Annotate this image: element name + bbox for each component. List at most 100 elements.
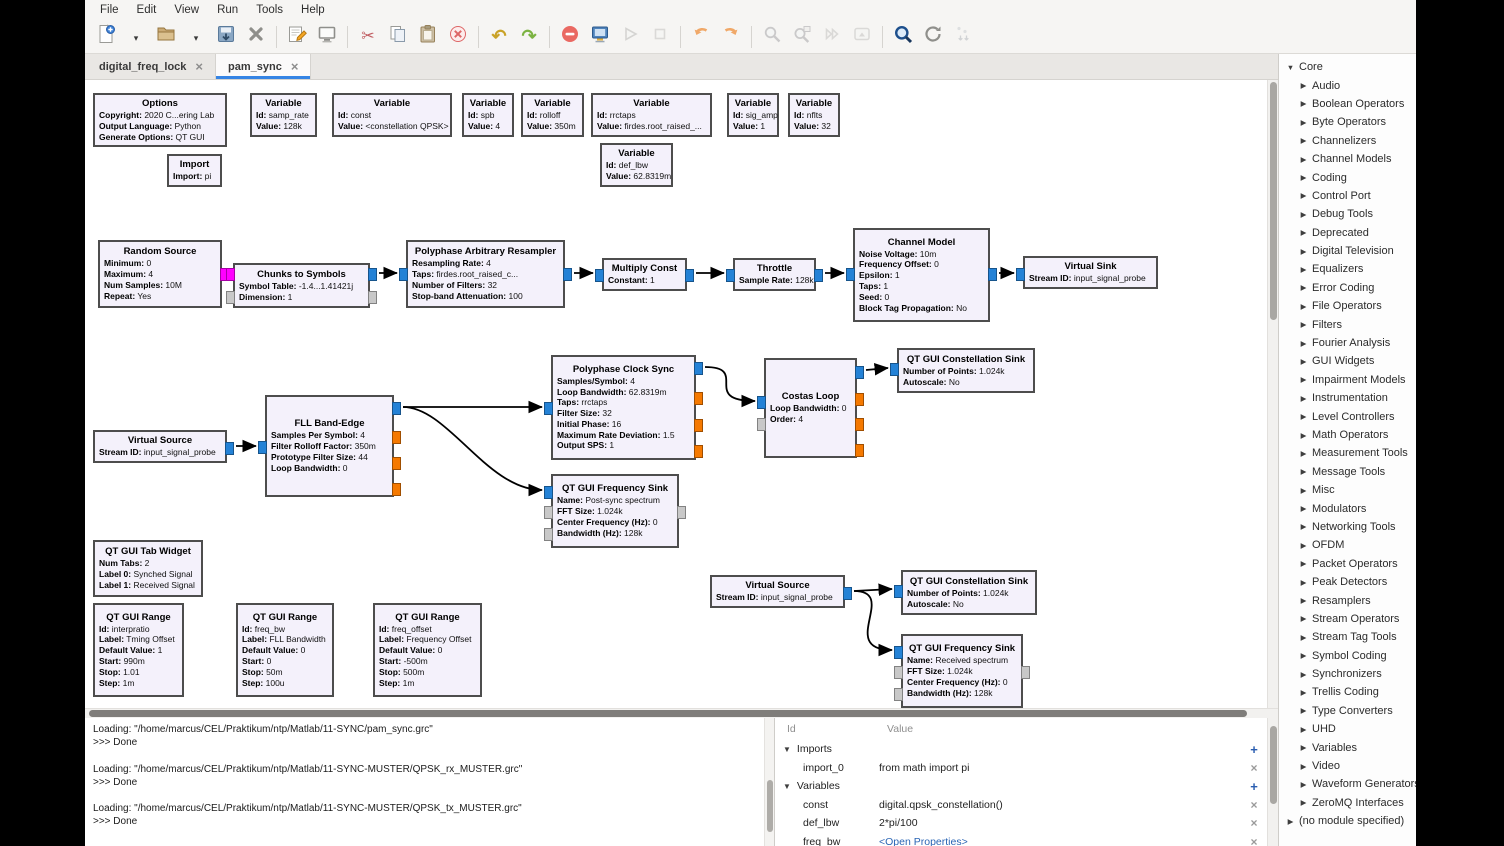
block-variable-spb[interactable]: VariableId: spbValue: 4 [462,93,514,137]
chevron-collapsed-icon[interactable]: ▶ [1298,247,1309,256]
blue-port-in[interactable] [757,396,766,409]
variables-row-freq-bw[interactable]: freq_bw<Open Properties>× [775,833,1267,846]
blue-port-in[interactable] [595,269,604,282]
orange-port-out[interactable] [392,483,401,496]
menu-view[interactable]: View [165,2,208,18]
tab-close-icon[interactable]: × [291,59,299,74]
block-qt-gui-constellation-sink-bottom[interactable]: QT GUI Constellation SinkNumber of Point… [901,570,1037,615]
chevron-collapsed-icon[interactable]: ▶ [1298,302,1309,311]
library-category-instrumentation[interactable]: ▶Instrumentation [1279,389,1416,407]
orange-port-out[interactable] [694,392,703,405]
orange-port-out[interactable] [855,393,864,406]
execute-button[interactable] [615,23,645,51]
generate-button[interactable] [585,23,615,51]
library-category-modulators[interactable]: ▶Modulators [1279,499,1416,517]
blue-port-in[interactable] [890,363,899,376]
open-properties-link[interactable]: <Open Properties> [875,836,1241,846]
gray-port-out[interactable] [1021,666,1030,679]
variables-scrollbar[interactable] [1267,718,1278,846]
cut-button[interactable]: ✂ [353,23,383,51]
chevron-collapsed-icon[interactable]: ▶ [1298,449,1309,458]
undo-button[interactable]: ↶ [484,23,514,51]
blue-port-out[interactable] [368,268,377,281]
library-category-synchronizers[interactable]: ▶Synchronizers [1279,665,1416,683]
chevron-collapsed-icon[interactable]: ▶ [1298,706,1309,715]
library-category-networking-tools[interactable]: ▶Networking Tools [1279,518,1416,536]
library-category-stream-operators[interactable]: ▶Stream Operators [1279,610,1416,628]
variables-row-variables[interactable]: ▼Variables+ [775,777,1267,796]
chevron-collapsed-icon[interactable]: ▶ [1298,578,1309,587]
library-category-filters[interactable]: ▶Filters [1279,315,1416,333]
gray-port-in[interactable] [894,688,903,701]
chevron-collapsed-icon[interactable]: ▶ [1298,210,1309,219]
screen-capture-button[interactable] [312,23,342,51]
orange-port-out[interactable] [694,419,703,432]
library-category-gui-widgets[interactable]: ▶GUI Widgets [1279,352,1416,370]
library-category-type-converters[interactable]: ▶Type Converters [1279,702,1416,720]
block-variable-nflts[interactable]: VariableId: nfltsValue: 32 [788,93,840,137]
block-variable-rolloff[interactable]: VariableId: rolloffValue: 350m [521,93,584,137]
library-category-variables[interactable]: ▶Variables [1279,738,1416,756]
new-flowgraph-button[interactable] [91,23,121,51]
zoom-out-button[interactable] [787,23,817,51]
library-category-deprecated[interactable]: ▶Deprecated [1279,224,1416,242]
library-category-channel-models[interactable]: ▶Channel Models [1279,150,1416,168]
copy-button[interactable] [383,23,413,51]
chevron-collapsed-icon[interactable]: ▶ [1298,780,1309,789]
connection-wire[interactable] [866,368,888,370]
tab-pam-sync[interactable]: pam_sync× [216,54,311,79]
menu-file[interactable]: File [91,2,128,18]
menu-run[interactable]: Run [208,2,247,18]
expander-triangle-icon[interactable]: ▼ [783,745,791,754]
block-polyphase-clock-sync[interactable]: Polyphase Clock SyncSamples/Symbol: 4Loo… [551,355,696,460]
library-category-equalizers[interactable]: ▶Equalizers [1279,260,1416,278]
library-category-symbol-coding[interactable]: ▶Symbol Coding [1279,647,1416,665]
block-qt-gui-range-interpratio[interactable]: QT GUI RangeId: interpratioLabel: Tming … [93,603,184,697]
chevron-collapsed-icon[interactable]: ▶ [1298,651,1309,660]
chevron-collapsed-icon[interactable]: ▶ [1298,596,1309,605]
blue-port-in[interactable] [726,269,735,282]
console-scrollbar[interactable] [764,718,774,846]
chevron-expanded-icon[interactable]: ▼ [1285,63,1296,72]
chevron-collapsed-icon[interactable]: ▶ [1298,394,1309,403]
chevron-collapsed-icon[interactable]: ▶ [1298,541,1309,550]
blue-port-out[interactable] [392,402,401,415]
block-qt-gui-frequency-sink-post[interactable]: QT GUI Frequency SinkName: Post-sync spe… [551,474,679,548]
library-category-fourier-analysis[interactable]: ▶Fourier Analysis [1279,334,1416,352]
block-variable-samp_rate[interactable]: VariableId: samp_rateValue: 128k [250,93,317,137]
chevron-collapsed-icon[interactable]: ▶ [1298,136,1309,145]
block-qt-gui-constellation-sink-top[interactable]: QT GUI Constellation SinkNumber of Point… [897,348,1035,393]
blue-port-out[interactable] [988,268,997,281]
block-virtual-source-mid[interactable]: Virtual SourceStream ID: input_signal_pr… [93,430,227,463]
library-category-core[interactable]: ▼Core [1279,58,1416,76]
chevron-collapsed-icon[interactable]: ▶ [1298,228,1309,237]
add-button[interactable]: + [1241,779,1267,794]
console-scrollbar-thumb[interactable] [767,780,773,832]
block-polyphase-arbitrary-resampler[interactable]: Polyphase Arbitrary ResamplerResampling … [406,240,565,308]
block-throttle[interactable]: ThrottleSample Rate: 128k [733,258,816,291]
block-virtual-source-bottom[interactable]: Virtual SourceStream ID: input_signal_pr… [710,575,845,608]
chevron-collapsed-icon[interactable]: ▶ [1298,633,1309,642]
new-flowgraph-dropdown[interactable]: ▾ [121,23,151,51]
menu-edit[interactable]: Edit [128,2,166,18]
remove-button[interactable]: × [1241,798,1267,812]
library-category-channelizers[interactable]: ▶Channelizers [1279,132,1416,150]
chevron-collapsed-icon[interactable]: ▶ [1298,670,1309,679]
canvas-vertical-scrollbar[interactable] [1267,80,1278,708]
connection-wire[interactable] [854,591,892,650]
blue-port-in[interactable] [1016,268,1025,281]
block-variable-def_lbw[interactable]: VariableId: def_lbwValue: 62.8319m [600,143,673,187]
variables-row-import-0[interactable]: import_0from math import pi× [775,759,1267,778]
library-category-no-module-specified[interactable]: ▶(no module specified) [1279,812,1416,830]
chevron-collapsed-icon[interactable]: ▶ [1298,504,1309,513]
zoom-in-button[interactable] [757,23,787,51]
chevron-collapsed-icon[interactable]: ▶ [1298,725,1309,734]
block-import[interactable]: ImportImport: pi [167,154,222,187]
reload-blocks-button[interactable] [918,23,948,51]
tab-digital-freq-lock[interactable]: digital_freq_lock× [87,54,216,79]
blue-port-out[interactable] [685,269,694,282]
chevron-collapsed-icon[interactable]: ▶ [1298,265,1309,274]
blue-port-out[interactable] [843,587,852,600]
chevron-collapsed-icon[interactable]: ▶ [1298,522,1309,531]
gray-port-in[interactable] [226,291,235,304]
